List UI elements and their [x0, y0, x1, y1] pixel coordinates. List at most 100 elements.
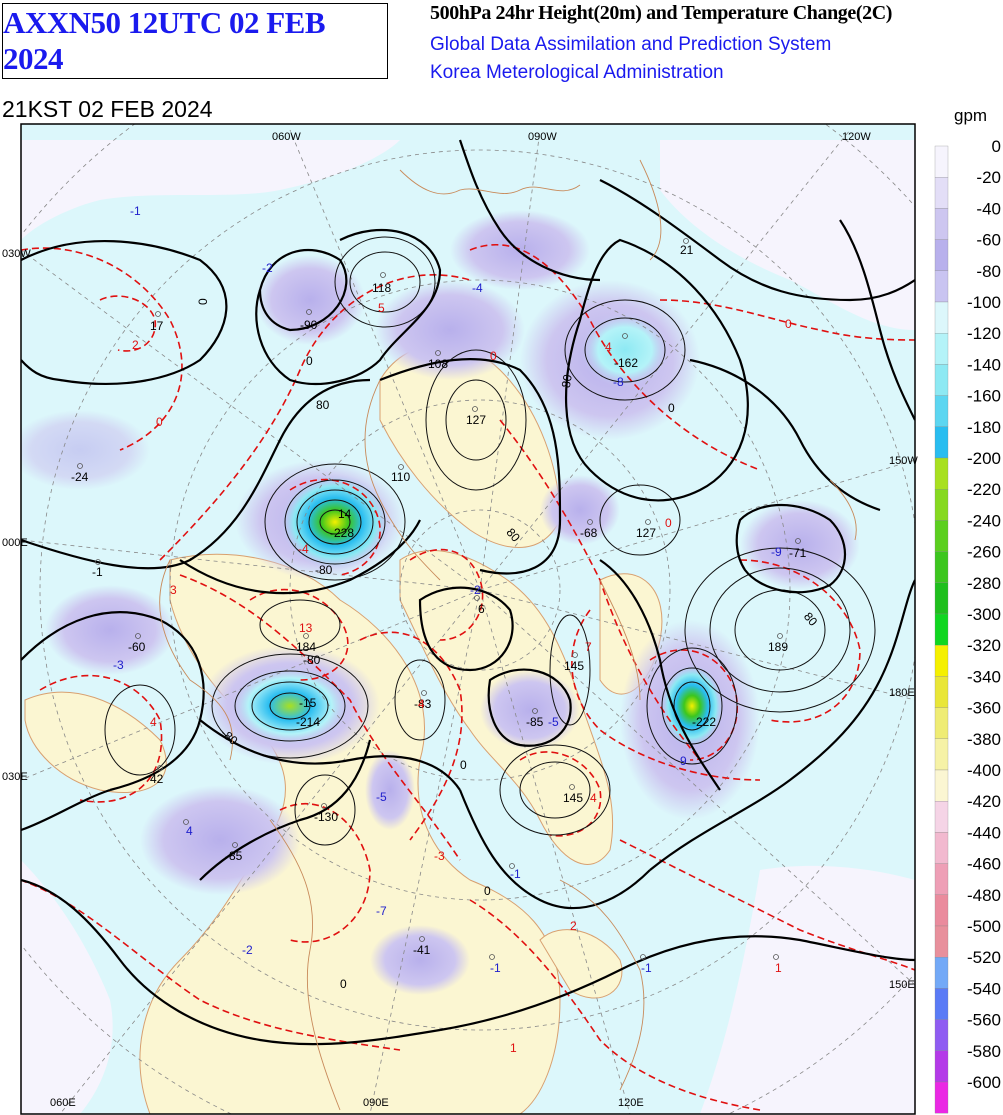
legend-level-label: -540 — [967, 979, 1001, 998]
legend-swatch — [934, 957, 949, 989]
legend-swatch — [934, 769, 949, 802]
hc-label: 127 — [466, 413, 486, 427]
tc-label: -1 — [641, 961, 652, 975]
legend-swatch — [934, 925, 949, 958]
hc-label: 0 — [196, 298, 210, 305]
legend-level-label: -560 — [967, 1011, 1001, 1030]
hc-label: 80 — [559, 373, 575, 389]
legend-swatch — [934, 1050, 949, 1083]
lon-label-120w: 120W — [842, 131, 871, 143]
legend-level-label: -260 — [967, 543, 1001, 562]
legend-level-label: -420 — [967, 792, 1001, 811]
lon-label-000e: 000E — [2, 537, 28, 549]
tc-label: 13 — [299, 621, 313, 635]
legend-level-label: -360 — [967, 699, 1001, 718]
hc-label: -130 — [314, 810, 338, 824]
tc-label: -4 — [298, 542, 309, 556]
legend-swatch — [934, 832, 949, 864]
legend-level-label: -500 — [967, 917, 1001, 936]
hc-label: 110 — [391, 470, 410, 484]
tc-label: -2 — [470, 583, 481, 597]
lon-label-180e: 180E — [889, 687, 915, 699]
tc-label: 14 — [338, 507, 352, 521]
hc-label: -214 — [296, 715, 320, 729]
legend-level-label: -280 — [967, 574, 1001, 593]
tc-label: -1 — [510, 867, 521, 881]
tc-label: -7 — [376, 904, 387, 918]
hc-label: -162 — [614, 356, 638, 370]
hc-label: 42 — [150, 772, 164, 786]
tc-label: -1 — [490, 961, 501, 975]
legend-swatch — [934, 707, 949, 739]
hc-label: -68 — [580, 526, 598, 540]
tc-label: -15 — [299, 696, 317, 710]
lon-label-060w: 060W — [272, 131, 301, 143]
hc-label: -90 — [300, 318, 318, 332]
hc-label: 0 — [306, 354, 313, 368]
hc-label: -85 — [225, 849, 243, 863]
legend-swatch — [934, 1019, 949, 1051]
hc-label: 6 — [478, 602, 485, 616]
legend-swatch — [934, 520, 949, 552]
legend-swatch — [934, 645, 949, 677]
hc-label: -228 — [330, 526, 354, 540]
hc-label: 17 — [150, 319, 164, 333]
legend-level-label: -80 — [976, 262, 1001, 281]
legend-level-label: -220 — [967, 480, 1001, 499]
tc-label: -4 — [472, 281, 483, 295]
legend-level-label: -160 — [967, 387, 1001, 406]
legend-swatch — [934, 738, 949, 771]
hc-label: -41 — [413, 943, 431, 957]
tc-label: 1 — [775, 961, 782, 975]
tc-label: 0 — [665, 516, 672, 530]
lon-label-150w: 150W — [889, 455, 918, 467]
legend-level-label: -380 — [967, 730, 1001, 749]
hc-label: 0 — [668, 401, 675, 415]
tc-label: 0 — [490, 349, 497, 363]
tc-label: 2 — [132, 338, 139, 352]
weather-map: 060W 090W 120W 030W 150W 000E 180E 030E … — [2, 123, 1001, 1115]
legend-level-label: -600 — [967, 1073, 1001, 1092]
tc-label: -5 — [376, 790, 387, 804]
hc-label: -60 — [128, 640, 146, 654]
tc-label: -9 — [771, 545, 782, 559]
legend-swatch — [934, 551, 949, 583]
hc-label: -85 — [526, 715, 544, 729]
hc-label: 0 — [460, 758, 467, 772]
tc-label: -2 — [242, 943, 253, 957]
legend-swatch — [934, 364, 949, 396]
tc-label: 0 — [785, 317, 792, 331]
tc-label: 0 — [156, 415, 163, 429]
legend-level-label: -320 — [967, 636, 1001, 655]
legend-swatch — [934, 177, 949, 209]
tc-label: 4 — [150, 715, 157, 729]
legend-level-label: -460 — [967, 855, 1001, 874]
tc-label: 2 — [570, 919, 577, 933]
legend-swatch — [934, 208, 949, 240]
hc-label: 118 — [372, 281, 391, 295]
legend-swatch — [934, 301, 949, 334]
tc-label: 1 — [510, 1041, 517, 1055]
lon-label-150e: 150E — [889, 979, 915, 991]
legend-swatch — [934, 489, 949, 521]
legend-level-label: -140 — [967, 355, 1001, 374]
legend-level-label: -520 — [967, 948, 1001, 967]
legend-swatch — [934, 270, 949, 303]
legend-level-label: -480 — [967, 886, 1001, 905]
legend-level-label: -100 — [967, 293, 1001, 312]
hc-label: 80 — [316, 398, 330, 412]
tc-label: -8 — [613, 375, 624, 389]
lon-label-030e: 030E — [2, 771, 28, 783]
legend-level-label: -240 — [967, 511, 1001, 530]
legend-swatch — [934, 863, 949, 895]
tc-label: -5 — [548, 715, 559, 729]
tc-label: 3 — [170, 583, 177, 597]
hc-label: -71 — [789, 546, 807, 560]
tc-label: 4 — [590, 791, 597, 805]
tc-label: 7 — [585, 640, 592, 654]
hc-label: 21 — [680, 243, 694, 257]
legend-swatch — [934, 239, 949, 271]
legend-swatch — [934, 457, 949, 490]
tc-label: -2 — [262, 261, 273, 275]
hc-label: -80 — [303, 653, 321, 667]
